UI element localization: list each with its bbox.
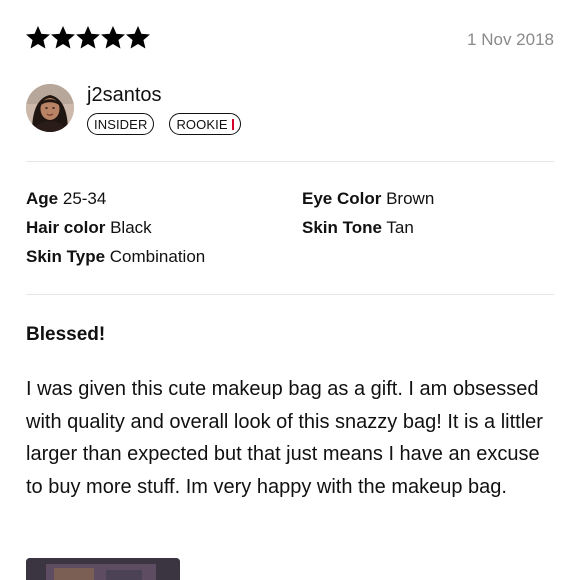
- photo-image: [26, 558, 180, 580]
- badge-rookie: ROOKIE: [169, 113, 242, 135]
- star-rating: [26, 26, 150, 50]
- review-date: 1 Nov 2018: [467, 30, 554, 49]
- badge-label: INSIDER: [94, 116, 148, 132]
- attr-key: Hair color: [26, 218, 106, 237]
- review-title: Blessed!: [26, 324, 106, 345]
- attr-key: Age: [26, 189, 59, 208]
- author-block: j2santos INSIDER ROOKIE: [26, 84, 554, 140]
- star-icon: [101, 26, 125, 49]
- avatar-image: [26, 84, 74, 132]
- attr-hair-color: Hair color Black: [26, 218, 152, 238]
- attr-value: 25-34: [62, 189, 107, 208]
- review-photo-thumbnail[interactable]: [26, 558, 180, 580]
- attr-eye-color: Eye Color Brown: [302, 189, 434, 209]
- attr-age: Age 25-34: [26, 189, 106, 209]
- star-icon: [26, 26, 50, 49]
- attr-skin-tone: Skin Tone Tan: [302, 218, 414, 238]
- rookie-level-icon: [231, 118, 235, 130]
- attr-value: Tan: [386, 218, 414, 237]
- badge-label: ROOKIE: [176, 116, 228, 132]
- badge-insider: INSIDER: [87, 113, 155, 135]
- attr-skin-type: Skin Type Combination: [26, 247, 205, 267]
- username[interactable]: j2santos: [87, 84, 162, 107]
- review-body: I was given this cute makeup bag as a gi…: [26, 378, 543, 498]
- review-card: 1 Nov 2018 j2santos INSIDER ROOKIE Age 2…: [0, 0, 580, 580]
- star-icon: [51, 26, 75, 49]
- divider: [26, 161, 554, 162]
- attr-key: Skin Type: [26, 247, 106, 266]
- attr-value: Combination: [109, 247, 206, 266]
- avatar[interactable]: [26, 84, 74, 132]
- attr-value: Black: [110, 218, 152, 237]
- review-header: 1 Nov 2018: [26, 26, 554, 56]
- attr-key: Eye Color: [302, 189, 382, 208]
- divider: [26, 294, 554, 295]
- attr-key: Skin Tone: [302, 218, 382, 237]
- attr-value: Brown: [386, 189, 435, 208]
- star-icon: [126, 26, 150, 49]
- star-icon: [76, 26, 100, 49]
- badge-list: INSIDER ROOKIE: [87, 113, 242, 135]
